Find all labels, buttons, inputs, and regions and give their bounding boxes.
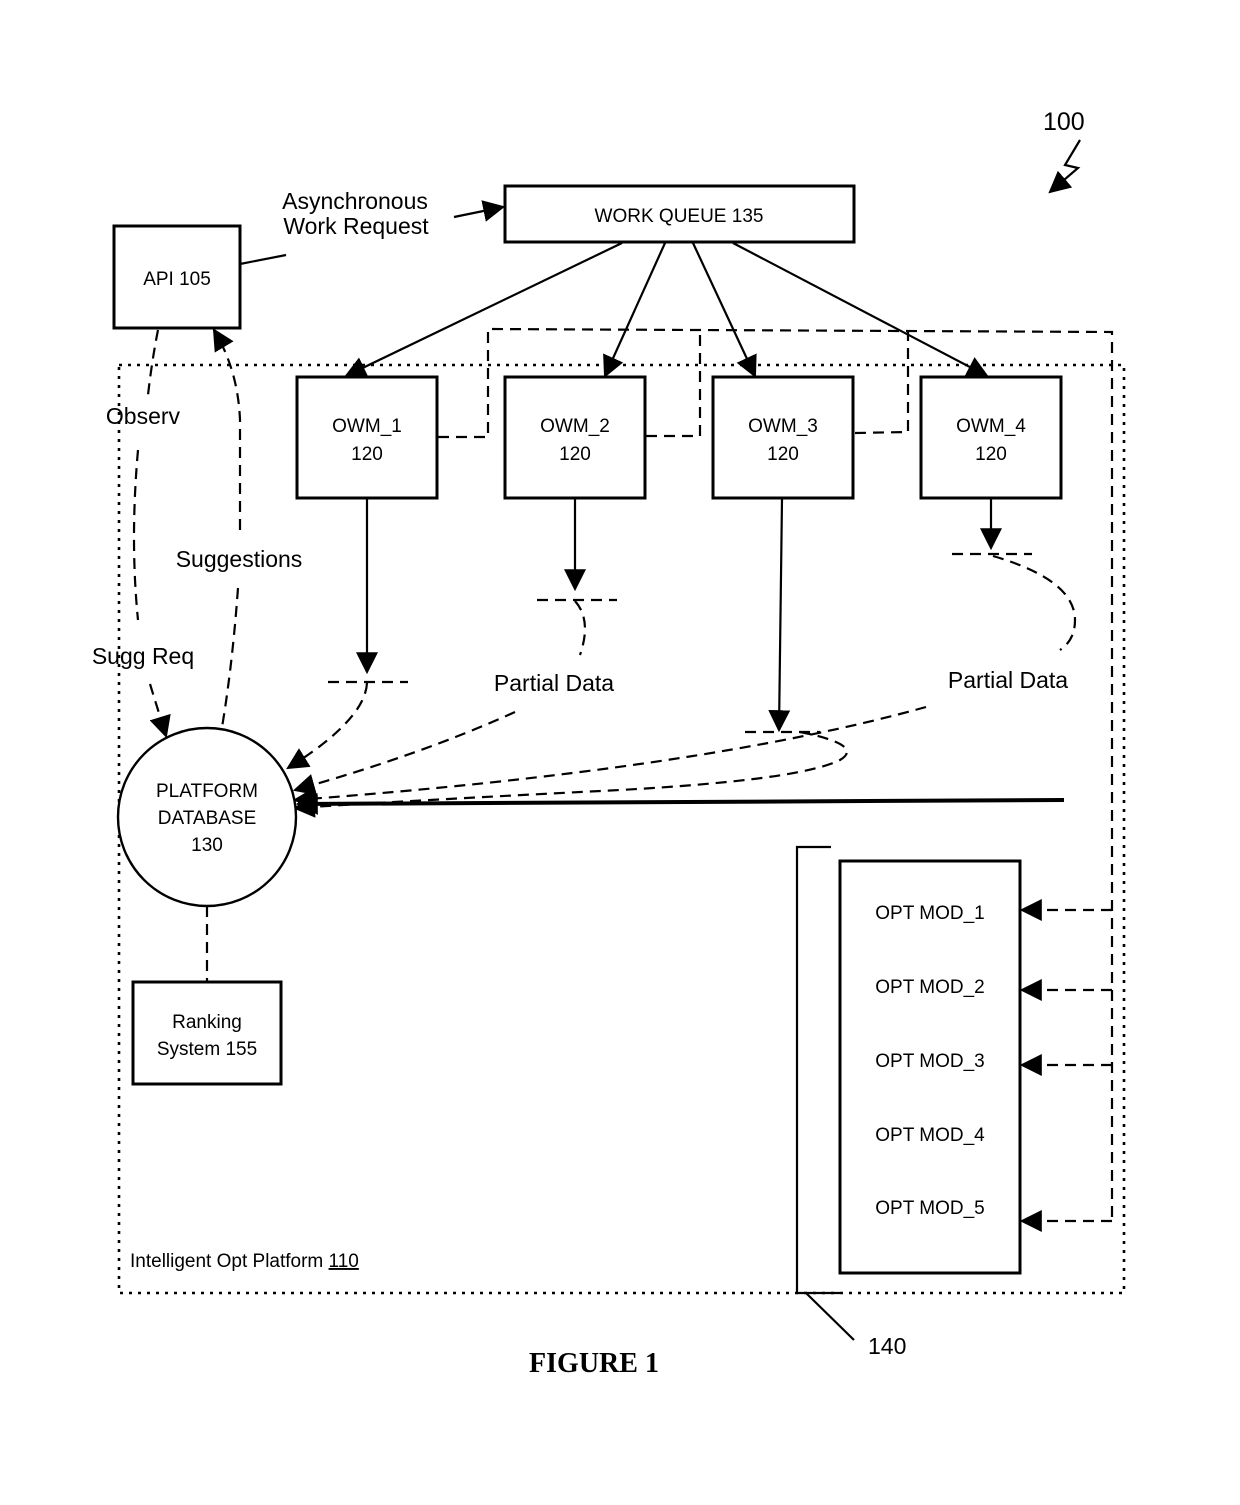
figure-caption: FIGURE 1 [529, 1348, 659, 1379]
opt-module-1[interactable]: OPT MOD_1 [875, 903, 984, 924]
partial-data-label-2: Partial Data [948, 667, 1068, 693]
owm4-data-to-db [292, 705, 927, 810]
suggestions-label: Suggestions [176, 546, 303, 572]
owm-node-1[interactable]: OWM_1 120 [295, 375, 439, 500]
owm-2-name: OWM_2 [540, 416, 610, 437]
owm-node-3[interactable]: OWM_3 120 [711, 375, 855, 500]
owm1-data-to-db [286, 682, 369, 770]
platform-label: Intelligent Opt Platform 110 [130, 1251, 359, 1272]
platform-ref: 110 [329, 1251, 359, 1272]
partial-data-label-1: Partial Data [494, 670, 614, 696]
owm-3-ref: 120 [767, 444, 799, 465]
owm2-data-to-db [292, 710, 516, 796]
opt-module-3[interactable]: OPT MOD_3 [875, 1051, 984, 1072]
observ-label: Observ [106, 403, 181, 429]
database-label-line2: DATABASE [158, 808, 257, 829]
owm-2-ref: 120 [559, 444, 591, 465]
queue-to-owm3-arrow [692, 242, 757, 378]
owm-4-name: OWM_4 [956, 416, 1026, 437]
observ-curve-top [146, 329, 160, 396]
opt-module-5[interactable]: OPT MOD_5 [875, 1198, 984, 1219]
work-queue-node[interactable]: WORK QUEUE 135 [503, 184, 856, 244]
queue-to-owm4-arrow [732, 242, 989, 378]
api-to-async-label-connector [239, 253, 287, 266]
async-request-arrow [453, 200, 506, 222]
owm2-dashed-bus [646, 329, 702, 438]
opt-group-ref-leader [805, 1292, 855, 1341]
figure-ref-number: 100 [1043, 108, 1085, 136]
owm-node-4[interactable]: OWM_4 120 [919, 375, 1063, 500]
api-node[interactable]: API 105 [112, 224, 242, 330]
owm-1-name: OWM_1 [332, 416, 402, 437]
suggestions-curve-bottom [219, 587, 240, 734]
owm2-data-curve [574, 600, 587, 656]
opt-module-2[interactable]: OPT MOD_2 [875, 977, 984, 998]
queue-to-owm1-arrow [344, 242, 623, 378]
owm3-output-arrow [768, 498, 791, 733]
suggestions-arrow-top [212, 328, 242, 530]
owm-1-ref: 120 [351, 444, 383, 465]
opt-group-ref: 140 [868, 1333, 906, 1359]
owm-3-name: OWM_3 [748, 416, 818, 437]
observ-curve-bottom [132, 449, 140, 621]
sugg-req-arrow [148, 683, 171, 739]
async-label-line1: Asynchronous [282, 188, 428, 214]
sugg-req-label: Sugg Req [92, 643, 194, 669]
opt-group-bracket [795, 845, 840, 1295]
owm-node-2[interactable]: OWM_2 120 [503, 375, 647, 500]
api-label: API 105 [143, 269, 211, 290]
work-queue-label: WORK QUEUE 135 [595, 206, 764, 227]
database-label-line1: PLATFORM [156, 781, 258, 802]
ranking-system-node[interactable]: Ranking System 155 [131, 980, 283, 1086]
figure-ref-squiggle-arrow [1048, 139, 1081, 194]
async-label-line2: Work Request [283, 213, 429, 239]
queue-to-owm2-arrow [603, 242, 667, 379]
owm3-dashed-bus [854, 331, 910, 435]
opt-module-4[interactable]: OPT MOD_4 [875, 1125, 985, 1146]
owm-4-ref: 120 [975, 444, 1007, 465]
ranking-label-line1: Ranking [172, 1012, 242, 1033]
system-diagram: 100 Intelligent Opt Platform 110 API 105… [92, 108, 1126, 1379]
owm4-data-curve [992, 554, 1077, 651]
platform-label-text: Intelligent Opt Platform [130, 1251, 329, 1272]
database-label-line3: 130 [191, 835, 223, 856]
platform-database-node[interactable]: PLATFORM DATABASE 130 [116, 726, 298, 908]
ranking-label-line2: System 155 [157, 1039, 257, 1060]
